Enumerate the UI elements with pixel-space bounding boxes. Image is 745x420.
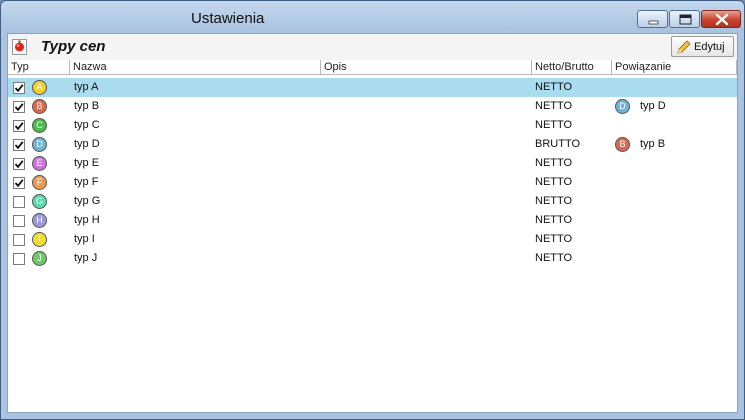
price-type-badge-icon: C: [32, 118, 47, 133]
netto-brutto-value: BRUTTO: [535, 138, 581, 150]
active-checkbox[interactable]: [13, 234, 25, 246]
netto-brutto-value: NETTO: [535, 100, 573, 112]
checkmark-icon: [14, 179, 24, 188]
active-checkbox[interactable]: [13, 215, 25, 227]
price-types-table: Typ Nazwa Opis Netto/Brutto Powiązanie A…: [8, 60, 737, 412]
settings-window: Ustawienia Typy cen Edytuj Typ Nazwa Opi…: [0, 0, 745, 420]
section-title: Typy cen: [41, 38, 106, 55]
netto-brutto-value: NETTO: [535, 81, 573, 93]
checkmark-icon: [14, 141, 24, 150]
maximize-icon: [679, 14, 692, 25]
table-row[interactable]: Htyp H NETTO: [8, 211, 737, 230]
price-type-badge-icon: H: [32, 213, 47, 228]
table-row[interactable]: Ctyp C NETTO: [8, 116, 737, 135]
table-row[interactable]: Ityp I NETTO: [8, 230, 737, 249]
netto-brutto-value: NETTO: [535, 195, 573, 207]
checkmark-icon: [14, 122, 24, 131]
netto-brutto-value: NETTO: [535, 157, 573, 169]
table-row[interactable]: Atyp A NETTO: [8, 78, 737, 97]
maximize-button[interactable]: [669, 10, 700, 28]
type-name: typ D: [74, 138, 100, 150]
type-name: typ F: [74, 176, 99, 188]
table-row[interactable]: Dtyp D BRUTTO Btyp B: [8, 135, 737, 154]
pencil-icon: [677, 40, 691, 54]
linked-type-badge-icon: D: [615, 99, 630, 114]
netto-brutto-value: NETTO: [535, 252, 573, 264]
active-checkbox[interactable]: [13, 158, 25, 170]
price-type-badge-icon: G: [32, 194, 47, 209]
price-type-badge-icon: A: [32, 80, 47, 95]
active-checkbox[interactable]: [13, 253, 25, 265]
netto-brutto-value: NETTO: [535, 176, 573, 188]
minimize-button[interactable]: [637, 10, 668, 28]
settings-panel: Typy cen Edytuj Typ Nazwa Opis Netto/Bru…: [7, 33, 738, 413]
checkmark-icon: [14, 84, 24, 93]
toolbar: Typy cen Edytuj: [8, 34, 737, 61]
edit-button-label: Edytuj: [694, 41, 725, 53]
active-checkbox[interactable]: [13, 177, 25, 189]
edit-button[interactable]: Edytuj: [671, 36, 734, 57]
netto-brutto-value: NETTO: [535, 214, 573, 226]
linked-type-badge-icon: B: [615, 137, 630, 152]
table-row[interactable]: Jtyp J NETTO: [8, 249, 737, 268]
type-name: typ B: [74, 100, 100, 112]
price-type-badge-icon: B: [32, 99, 47, 114]
column-header-powiazanie[interactable]: Powiązanie: [612, 60, 737, 75]
active-checkbox[interactable]: [13, 139, 25, 151]
type-name: typ H: [74, 214, 100, 226]
table-row[interactable]: Gtyp G NETTO: [8, 192, 737, 211]
price-type-badge-icon: E: [32, 156, 47, 171]
column-header-nazwa[interactable]: Nazwa: [70, 60, 321, 75]
column-header-typ[interactable]: Typ: [8, 60, 70, 75]
type-name: typ C: [74, 119, 100, 131]
type-name: typ J: [74, 252, 98, 264]
type-name: typ I: [74, 233, 95, 245]
title-bar[interactable]: Ustawienia: [1, 1, 744, 33]
price-type-badge-icon: F: [32, 175, 47, 190]
close-icon: [715, 13, 729, 26]
type-name: typ E: [74, 157, 100, 169]
close-button[interactable]: [701, 10, 741, 28]
table-row[interactable]: Ftyp F NETTO: [8, 173, 737, 192]
linked-type-name: typ B: [640, 138, 666, 150]
window-title: Ustawienia: [191, 10, 265, 27]
netto-brutto-value: NETTO: [535, 119, 573, 131]
price-type-badge-icon: J: [32, 251, 47, 266]
table-row[interactable]: Etyp E NETTO: [8, 154, 737, 173]
checkmark-icon: [14, 103, 24, 112]
table-row[interactable]: Btyp B NETTO Dtyp D: [8, 97, 737, 116]
price-type-badge-icon: D: [32, 137, 47, 152]
active-checkbox[interactable]: [13, 82, 25, 94]
netto-brutto-value: NETTO: [535, 233, 573, 245]
active-checkbox[interactable]: [13, 101, 25, 113]
price-type-badge-icon: I: [32, 232, 47, 247]
linked-type-name: typ D: [640, 100, 666, 112]
checkmark-icon: [14, 160, 24, 169]
minimize-icon: [648, 20, 659, 25]
column-header-opis[interactable]: Opis: [321, 60, 532, 75]
column-header-netto-brutto[interactable]: Netto/Brutto: [532, 60, 612, 75]
active-checkbox[interactable]: [13, 196, 25, 208]
type-name: typ A: [74, 81, 99, 93]
active-checkbox[interactable]: [13, 120, 25, 132]
price-types-icon: [12, 39, 27, 55]
type-name: typ G: [74, 195, 101, 207]
